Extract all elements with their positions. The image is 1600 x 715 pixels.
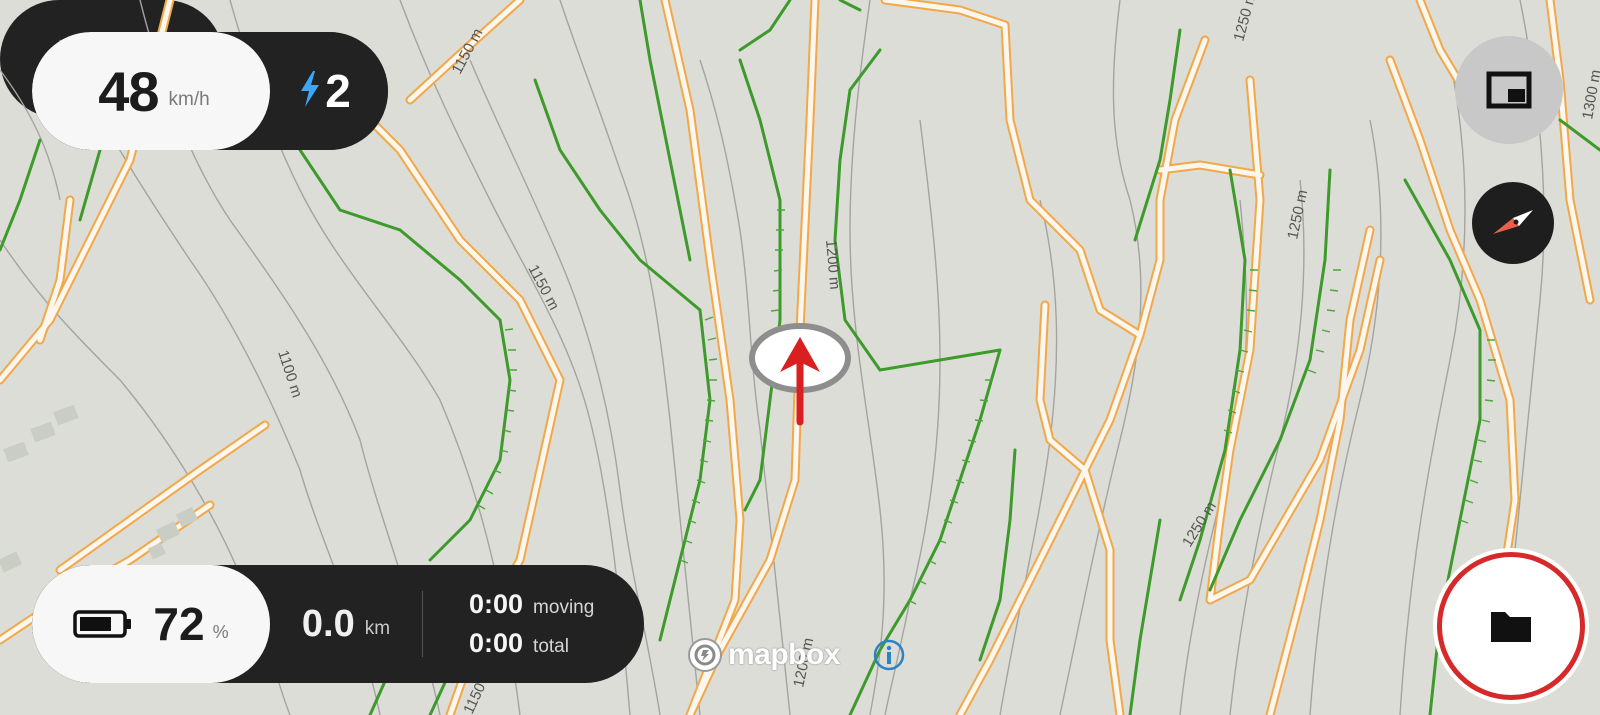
battery-icon — [73, 610, 133, 638]
distance-unit: km — [364, 618, 391, 639]
battery-display: 72 % — [32, 565, 270, 683]
contour-label: 1200 m — [822, 239, 843, 290]
battery-value: 72 — [153, 598, 205, 650]
time-display: 0:00 moving 0:00 total — [423, 565, 644, 683]
contour-label: 1100 m — [274, 348, 305, 400]
speed-panel[interactable]: 48 km/h 2 — [32, 32, 388, 150]
total-time-value: 0:00 — [469, 628, 524, 658]
mapbox-logo-icon — [686, 636, 724, 674]
trip-stats-panel[interactable]: 72 % 0.0 km 0:00 moving 0:00 total — [32, 565, 644, 683]
compass-button[interactable] — [1472, 182, 1554, 264]
navigation-arrow-icon — [749, 323, 851, 426]
info-icon[interactable] — [872, 638, 906, 672]
moving-time-label: moving — [533, 597, 595, 618]
contour-label: 1300 m — [1579, 68, 1600, 120]
picture-in-picture-icon — [1486, 71, 1532, 109]
contour-label: 1150 m — [524, 262, 562, 313]
charge-display: 2 — [270, 32, 388, 150]
bolt-icon — [299, 70, 321, 112]
total-time-row: 0:00 total — [469, 628, 644, 659]
mapbox-logo[interactable]: mapbox — [686, 636, 841, 674]
moving-time-row: 0:00 moving — [469, 589, 644, 620]
folder-icon — [1489, 608, 1533, 644]
moving-time-value: 0:00 — [469, 589, 524, 619]
folder-button[interactable] — [1437, 552, 1585, 700]
compass-icon — [1491, 208, 1535, 238]
speed-value: 48 — [98, 59, 159, 123]
total-time-label: total — [533, 636, 569, 657]
map-attribution: mapbox — [686, 636, 906, 674]
pip-button[interactable] — [1455, 36, 1563, 144]
contour-label: 1150 m — [449, 26, 487, 77]
distance-display: 0.0 km — [270, 565, 422, 683]
speed-display: 48 km/h — [32, 32, 270, 150]
distance-value: 0.0 — [301, 602, 355, 645]
contour-label: 1250 m — [1284, 188, 1311, 240]
mapbox-wordmark: mapbox — [728, 638, 841, 671]
contour-label: 1250 m — [1230, 0, 1259, 43]
battery-unit: % — [212, 621, 229, 642]
charge-level: 2 — [325, 65, 351, 117]
speed-unit: km/h — [168, 89, 210, 110]
